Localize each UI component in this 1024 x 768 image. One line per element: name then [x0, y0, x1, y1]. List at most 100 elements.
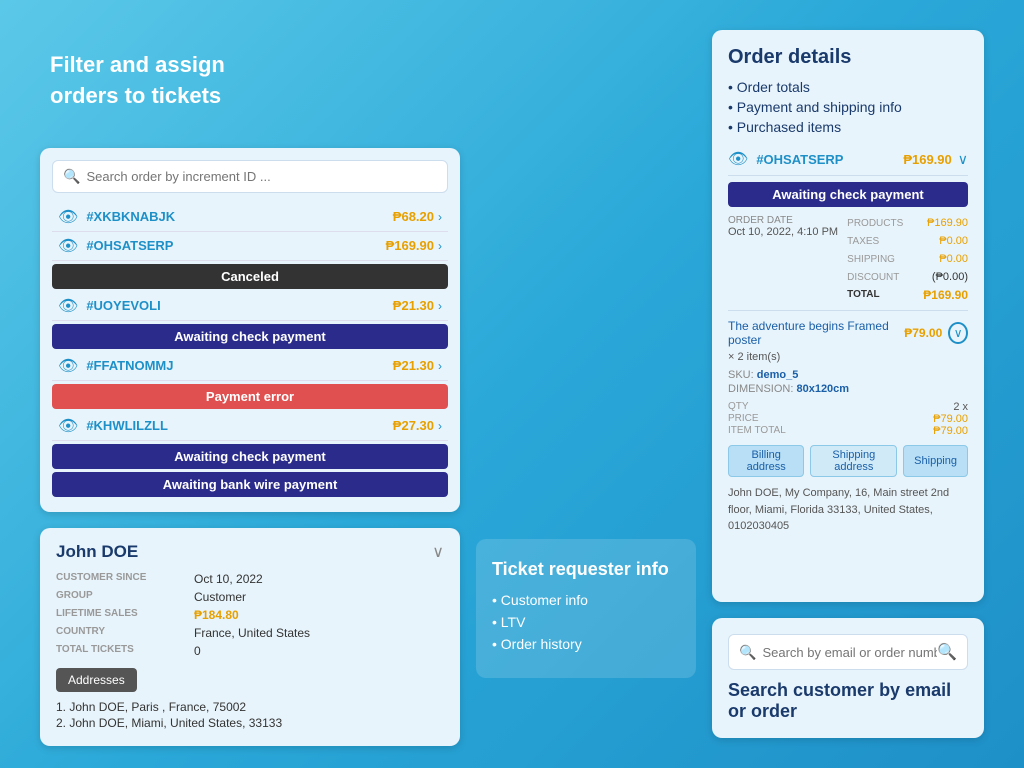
order-amount: ₱21.30 [393, 298, 434, 313]
order-date-val: Oct 10, 2022, 4:10 PM [728, 226, 843, 238]
expand-icon[interactable]: ∨ [948, 322, 968, 344]
order-row: 👁 #XKBKNABJK ₱68.20 › [52, 203, 448, 232]
product-row: The adventure begins Framed poster ₱79.0… [728, 319, 968, 347]
customer-name: John DOE [56, 542, 138, 562]
billing-address-tab[interactable]: Billing address [728, 445, 804, 477]
product-link[interactable]: The adventure begins Framed poster [728, 319, 900, 347]
shipping-tab[interactable]: Shipping [903, 445, 968, 477]
collapse-icon[interactable]: ∨ [432, 542, 444, 562]
addresses-button[interactable]: Addresses [56, 668, 137, 692]
order-row: 👁 #FFATNOMMJ ₱21.30 › [52, 352, 448, 381]
total-val: ₱169.90 [923, 288, 968, 302]
order-details-title: Order details [728, 46, 968, 69]
order-id[interactable]: #UOYEVOLI [86, 298, 392, 313]
order-details-list: Order totals Payment and shipping info P… [728, 79, 968, 135]
total-label: TOTAL [843, 287, 907, 302]
order-amount-detail: ₱169.90 [903, 152, 951, 167]
order-id[interactable]: #FFATNOMMJ [86, 358, 392, 373]
price-label: PRICE [728, 413, 848, 425]
order-search-input[interactable] [86, 169, 437, 184]
lifetime-sales-label: LIFETIME SALES [56, 608, 186, 622]
eye-icon[interactable]: 👁 [58, 236, 78, 256]
order-details-item-3: Purchased items [728, 119, 968, 135]
order-details-box: Order details Order totals Payment and s… [712, 30, 984, 602]
product-price: ₱79.00 [904, 326, 942, 340]
search-customer-label: Search customer by email or order [728, 680, 968, 722]
status-awaiting-bar-2: Awaiting check payment [52, 444, 448, 469]
right-panel: Order details Order totals Payment and s… [712, 30, 984, 738]
order-amount: ₱21.30 [393, 358, 434, 373]
customer-since-value: Oct 10, 2022 [194, 572, 444, 586]
search-icon-customer: 🔍 [739, 644, 756, 661]
ticket-info-item-2: • LTV [492, 614, 680, 630]
order-status-bar: Awaiting check payment [728, 182, 968, 207]
eye-icon[interactable]: 👁 [58, 207, 78, 227]
lifetime-sales-value: ₱184.80 [194, 608, 444, 622]
sku-row: SKU: demo_5 [728, 369, 968, 381]
search-customer-bar[interactable]: 🔍 🔍 [728, 634, 968, 670]
order-amount: ₱169.90 [386, 238, 434, 253]
eye-icon[interactable]: 👁 [58, 416, 78, 436]
filter-label: Filter and assign orders to tickets [40, 30, 460, 132]
order-details-item-2: Payment and shipping info [728, 99, 968, 115]
order-detail-row: 👁 #OHSATSERP ₱169.90 ∨ [728, 149, 968, 176]
order-id[interactable]: #OHSATSERP [86, 238, 385, 253]
address-text: John DOE, My Company, 16, Main street 2n… [728, 485, 968, 535]
status-bankwire-bar: Awaiting bank wire payment [52, 472, 448, 497]
chevron-right-icon[interactable]: › [438, 239, 442, 253]
search-icon: 🔍 [63, 168, 80, 185]
eye-icon[interactable]: 👁 [58, 296, 78, 316]
order-row: 👁 #KHWLILZLL ₱27.30 › [52, 412, 448, 441]
total-tickets-value: 0 [194, 644, 444, 658]
customer-since-label: CUSTOMER SINCE [56, 572, 186, 586]
eye-icon[interactable]: 👁 [58, 356, 78, 376]
country-label: COUNTRY [56, 626, 186, 640]
order-row: 👁 #UOYEVOLI ₱21.30 › [52, 292, 448, 321]
dimension-row: DIMENSION: 80x120cm [728, 383, 968, 395]
status-error-bar: Payment error [52, 384, 448, 409]
order-date-label: ORDER DATE [728, 215, 843, 226]
shipping-address-tab[interactable]: Shipping address [810, 445, 897, 477]
ticket-info-item-3: • Order history [492, 636, 680, 652]
search-customer-input[interactable] [762, 645, 937, 660]
products-label: PRODUCTS [843, 216, 907, 231]
item-count: × 2 item(s) [728, 351, 968, 363]
search-customer-box: 🔍 🔍 Search customer by email or order [712, 618, 984, 738]
eye-icon-detail[interactable]: 👁 [728, 149, 748, 169]
country-value: France, United States [194, 626, 444, 640]
shipping-val: ₱0.00 [923, 251, 968, 267]
order-id[interactable]: #XKBKNABJK [86, 209, 392, 224]
group-label: GROUP [56, 590, 186, 604]
taxes-label: TAXES [843, 234, 907, 249]
sku-val: demo_5 [757, 369, 799, 381]
discount-label: DISCOUNT [843, 270, 907, 285]
order-row: 👁 #OHSATSERP ₱169.90 › [52, 232, 448, 261]
order-details-item-1: Order totals [728, 79, 968, 95]
dimension-label: DIMENSION: [728, 383, 793, 395]
order-id-detail[interactable]: #OHSATSERP [756, 152, 903, 167]
chevron-right-icon[interactable]: › [438, 359, 442, 373]
item-total-val: ₱79.00 [848, 425, 968, 437]
chevron-right-icon[interactable]: › [438, 419, 442, 433]
status-awaiting-bar: Awaiting check payment [52, 324, 448, 349]
products-val: ₱169.90 [923, 215, 968, 231]
dimension-val: 80x120cm [796, 383, 849, 395]
customer-header: John DOE ∨ [56, 542, 444, 562]
order-id[interactable]: #KHWLILZLL [86, 418, 392, 433]
sku-label: SKU: [728, 369, 754, 381]
chevron-right-icon[interactable]: › [438, 299, 442, 313]
chevron-right-icon[interactable]: › [438, 210, 442, 224]
address-item-1: 1. John DOE, Paris , France, 75002 [56, 700, 444, 714]
total-tickets-label: TOTAL TICKETS [56, 644, 186, 658]
search-submit-button[interactable]: 🔍 [937, 642, 957, 662]
chevron-down-icon[interactable]: ∨ [958, 151, 968, 168]
order-search-bar[interactable]: 🔍 [52, 160, 448, 193]
order-amount: ₱27.30 [393, 418, 434, 433]
item-total-label: ITEM TOTAL [728, 425, 848, 437]
shipping-label: SHIPPING [843, 252, 907, 267]
order-amount: ₱68.20 [393, 209, 434, 224]
ticket-info-title: Ticket requester info [492, 559, 680, 580]
qty-label: QTY [728, 401, 848, 413]
customer-info-grid: CUSTOMER SINCE Oct 10, 2022 GROUP Custom… [56, 572, 444, 658]
ticket-info-item-1: • Customer info [492, 592, 680, 608]
